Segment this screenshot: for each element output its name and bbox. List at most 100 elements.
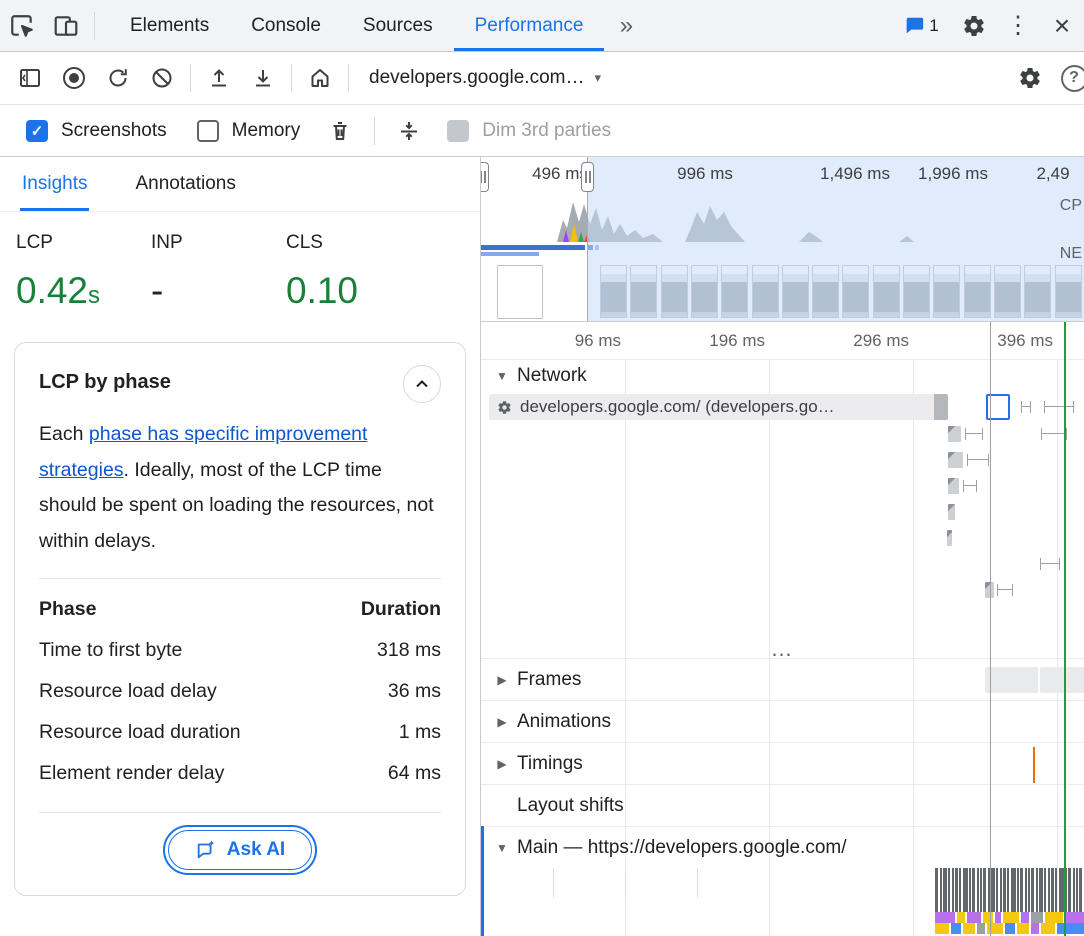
record-icon[interactable] [52,56,96,100]
dim-3rd-parties-checkbox[interactable]: Dim 3rd parties [447,120,611,142]
flame-bar [1059,868,1064,912]
help-icon[interactable]: ? [1052,56,1084,100]
grid-tick [697,868,698,898]
collect-garbage-icon[interactable] [318,109,362,153]
checkbox-unchecked-icon [197,120,219,142]
kebab-menu-icon[interactable]: ⋮ [996,4,1040,48]
speech-bubble-icon [903,15,925,37]
request-favicon-icon [497,400,512,415]
close-devtools-icon[interactable]: × [1040,4,1084,48]
tab-performance[interactable]: Performance [454,0,605,51]
ruler-label: 296 ms [853,331,909,351]
request-whisker [965,428,983,440]
flame-bar [1055,868,1057,912]
window-handle-right[interactable] [581,162,594,192]
request-whisker [1040,558,1060,570]
main-track-header[interactable]: ▼ Main — https://developers.google.com/ [481,826,1084,868]
tab-insights[interactable]: Insights [20,157,89,211]
inp-value: - [151,270,163,311]
flame-color-strip [935,923,1084,934]
overview-time-label: 2,49 [1036,164,1069,184]
filmstrip-frame[interactable] [497,265,543,319]
frames-track-header[interactable]: ▶ Frames [481,658,1084,700]
divider [39,812,441,813]
collapse-card-icon[interactable] [403,365,441,403]
network-track-header[interactable]: ▼ Network [481,360,1084,392]
divider [348,64,349,92]
toggle-sidebar-icon[interactable] [8,56,52,100]
metric-cls: CLS 0.10 [286,232,358,312]
request-whisker [1041,428,1067,440]
request-bar [985,582,994,598]
flame-color-strip [935,912,1084,923]
flame-bar [1011,868,1016,912]
collapse-tracks-icon[interactable] [387,109,431,153]
lcp-value: 0.42 [16,270,88,311]
more-tabs-icon[interactable]: » [604,4,648,48]
lcp-by-phase-card: LCP by phase Each phase has specific imp… [14,342,466,896]
flame-bar [943,868,947,912]
screenshots-checkbox[interactable]: ✓ Screenshots [26,120,167,142]
flame-bar [1068,868,1071,912]
device-toolbar-icon[interactable] [44,4,88,48]
card-title: LCP by phase [39,365,171,394]
flame-bar [940,868,942,912]
triangle-down-icon: ▼ [495,841,509,855]
flame-bar [1036,868,1038,912]
overview-time-label: 496 ms [532,164,588,184]
flame-bar [1044,868,1046,912]
tab-elements[interactable]: Elements [109,0,230,51]
waterfall-resizer[interactable]: … [481,640,1084,658]
table-header-row: PhaseDuration [39,589,441,630]
settings-gear-icon[interactable] [952,4,996,48]
messages-count: 1 [929,16,938,36]
load-profile-icon[interactable] [197,56,241,100]
timings-track-header[interactable]: ▶ Timings [481,742,1084,784]
network-request-bar[interactable]: developers.google.com/ (developers.go… [489,394,948,420]
timeline-ruler[interactable]: 96 ms 196 ms 296 ms 396 ms [481,322,1084,360]
window-handle-left[interactable] [481,162,489,192]
ruler-label: 396 ms [997,331,1053,351]
request-bar [947,530,952,546]
sidebar-tabs: Insights Annotations [0,157,480,212]
reload-and-record-icon[interactable] [96,56,140,100]
table-row: Time to first byte318 ms [39,630,441,671]
memory-checkbox[interactable]: Memory [197,120,301,142]
flame-bar [1020,868,1023,912]
flame-event-segment [1003,912,1019,923]
tab-sources[interactable]: Sources [342,0,454,51]
clear-icon[interactable] [140,56,184,100]
network-waterfall[interactable] [481,422,1084,640]
triangle-down-icon: ▼ [495,369,509,383]
flame-bar [1017,868,1019,912]
tab-annotations[interactable]: Annotations [133,157,237,211]
request-whisker [967,454,989,466]
target-selector[interactable]: developers.google.com… ▾ [355,56,615,100]
layout-shifts-track-header[interactable]: Layout shifts [481,784,1084,826]
selected-request-outline[interactable] [986,394,1010,420]
flame-bar [991,868,995,912]
network-track-title: Network [517,365,587,387]
capture-settings-gear-icon[interactable] [1008,56,1052,100]
grid-tick [553,868,554,898]
tab-console[interactable]: Console [230,0,342,51]
main-flame-chart[interactable] [481,868,1084,936]
animations-track-header[interactable]: ▶ Animations [481,700,1084,742]
selected-track-accent [481,826,484,936]
ruler-label: 96 ms [575,331,621,351]
console-messages-icon[interactable]: 1 [890,4,952,48]
timeline-overview[interactable]: 496 ms 996 ms 1,496 ms 1,996 ms 2,49 CP … [481,157,1084,322]
ask-ai-button[interactable]: Ask AI [168,830,312,870]
core-web-vitals: LCP 0.42s INP - CLS 0.10 [0,212,480,318]
frame-thumbnail [985,667,1038,693]
flame-bar [969,868,971,912]
request-bar [948,452,963,468]
save-profile-icon[interactable] [241,56,285,100]
flame-bar [1073,868,1075,912]
flame-bar [963,868,968,912]
inspect-element-icon[interactable] [0,4,44,48]
request-whisker [997,584,1013,596]
target-url: developers.google.com… [369,67,584,89]
flame-event-segment [987,923,1003,934]
home-icon[interactable] [298,56,342,100]
